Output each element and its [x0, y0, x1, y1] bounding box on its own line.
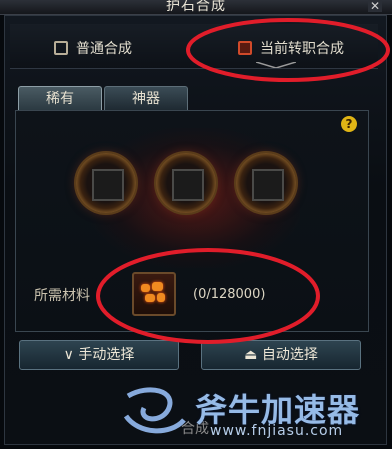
- highlight-ellipse-tab: [186, 18, 390, 82]
- annotation-overlay: [96, 18, 390, 344]
- highlight-ellipse-material: [96, 248, 320, 344]
